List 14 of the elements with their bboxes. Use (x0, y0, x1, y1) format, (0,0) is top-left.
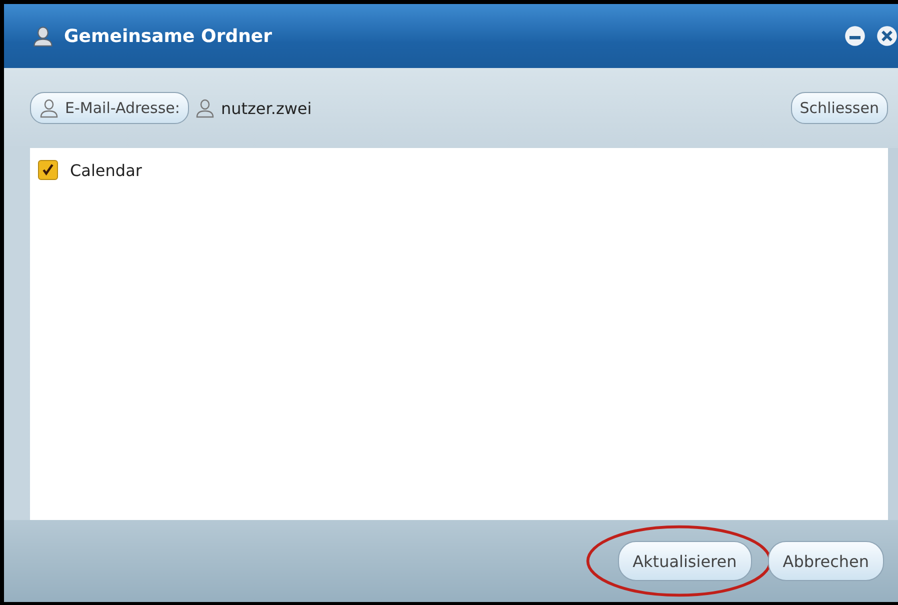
window-title: Gemeinsame Ordner (64, 26, 272, 46)
person-icon (194, 98, 215, 118)
checkmark-icon (41, 163, 55, 177)
user-name: nutzer.zwei (220, 98, 312, 118)
checkbox[interactable] (38, 160, 58, 180)
folder-label: Calendar (70, 160, 142, 180)
close-icon[interactable] (876, 25, 898, 47)
minimize-icon[interactable] (844, 25, 866, 47)
dialog-button[interactable]: Aktualisieren (618, 541, 752, 581)
close-button[interactable]: Schliessen (790, 92, 888, 124)
person-icon (39, 98, 59, 118)
person-icon (32, 25, 54, 47)
dialog-button[interactable]: Abbrechen (768, 541, 884, 581)
email-address-button[interactable]: E-Mail-Adresse: (30, 92, 189, 124)
